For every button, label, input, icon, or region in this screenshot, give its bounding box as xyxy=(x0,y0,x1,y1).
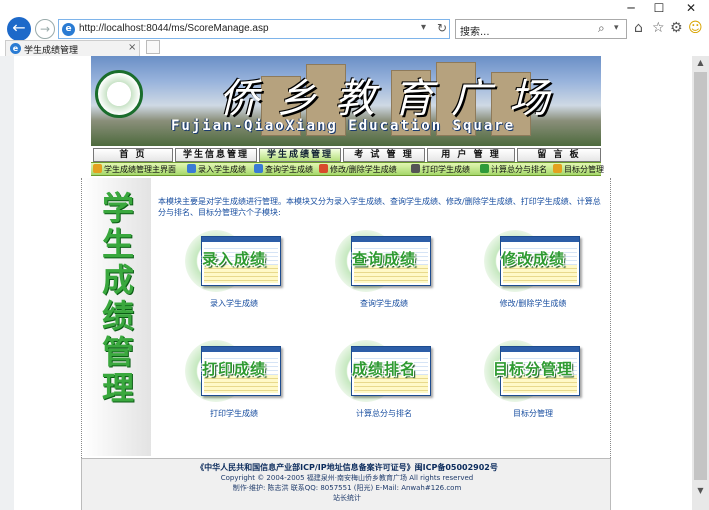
module-print-scores[interactable]: 打印成绩 打印学生成绩 xyxy=(179,340,289,436)
nav-message-board[interactable]: 留 言 板 xyxy=(517,148,601,162)
forward-button[interactable]: → xyxy=(35,19,55,39)
subnav-label: 录入学生成绩 xyxy=(198,165,246,174)
new-tab-button[interactable] xyxy=(146,40,160,54)
calc-icon xyxy=(480,164,489,173)
module-query-scores[interactable]: 查询成绩 查询学生成绩 xyxy=(329,230,439,326)
browser-tab[interactable]: e 学生成绩管理 × xyxy=(5,40,140,56)
title-bar: ─ ☐ ✕ xyxy=(0,0,709,16)
address-dropdown-icon[interactable]: ▾ xyxy=(421,22,426,33)
subnav-rank[interactable]: 计算总分与排名 xyxy=(480,163,547,176)
module-title: 录入成绩 xyxy=(201,250,266,268)
subnav-label: 计算总分与排名 xyxy=(491,165,547,174)
module-link[interactable]: 查询学生成绩 xyxy=(329,298,439,309)
section-title: 学生成绩管理 xyxy=(101,189,134,407)
module-link[interactable]: 计算总分与排名 xyxy=(329,408,439,419)
search-icon xyxy=(254,164,263,173)
school-logo xyxy=(95,70,143,118)
subnav-target[interactable]: 目标分管理 xyxy=(553,163,604,176)
module-title: 打印成绩 xyxy=(201,360,266,378)
module-target-scores[interactable]: 目标分管理 目标分管理 xyxy=(478,340,588,436)
module-link[interactable]: 打印学生成绩 xyxy=(179,408,289,419)
module-title: 成绩排名 xyxy=(351,360,416,378)
scrollbar-thumb[interactable] xyxy=(694,72,707,480)
home-icon[interactable]: ⌂ xyxy=(634,21,643,35)
module-rank-scores[interactable]: 成绩排名 计算总分与排名 xyxy=(329,340,439,436)
search-box[interactable]: 搜索... ⌕ ▾ xyxy=(455,19,627,39)
url-text: http://localhost:8044/ms/ScoreManage.asp xyxy=(79,23,269,34)
main-navigation: 首 页 学生信息管理 学生成绩管理 考 试 管 理 用 户 管 理 留 言 板 xyxy=(93,148,601,162)
banner-title: 侨乡教育广场 xyxy=(219,76,567,122)
minimize-button[interactable]: ─ xyxy=(616,0,646,16)
main-content: 学生成绩管理 本模块主要是对学生成绩进行管理。本模块又分为录入学生成绩、查询学生… xyxy=(81,178,611,458)
scroll-down-arrow-icon[interactable]: ▼ xyxy=(692,484,709,498)
tab-title: 学生成绩管理 xyxy=(24,46,79,56)
favorites-star-icon[interactable]: ☆ xyxy=(652,21,665,35)
ie-icon: e xyxy=(62,23,75,36)
module-title: 修改成绩 xyxy=(500,250,565,268)
smiley-feedback-icon[interactable]: ☺ xyxy=(688,21,703,35)
navigation-bar: ← → e http://localhost:8044/ms/ScoreMana… xyxy=(0,16,709,41)
back-button[interactable]: ← xyxy=(7,17,31,41)
modify-icon xyxy=(319,164,328,173)
page-footer: 《中华人民共和国信息产业部ICP/IP地址信息备案许可证号》闽ICP备05002… xyxy=(81,458,611,510)
module-modify-scores[interactable]: 修改成绩 修改/删除学生成绩 xyxy=(478,230,588,326)
nav-exam-manage[interactable]: 考 试 管 理 xyxy=(343,148,425,162)
ie-tab-icon: e xyxy=(10,43,21,54)
module-title: 查询成绩 xyxy=(351,250,416,268)
subnav-modify[interactable]: 修改/删除学生成绩 xyxy=(319,163,397,176)
address-bar[interactable]: e http://localhost:8044/ms/ScoreManage.a… xyxy=(58,19,450,39)
settings-gear-icon[interactable]: ⚙ xyxy=(670,21,683,35)
nav-home[interactable]: 首 页 xyxy=(93,148,173,162)
sub-navigation: 学生成绩管理主界面 录入学生成绩 查询学生成绩 修改/删除学生成绩 打印学生成绩… xyxy=(91,162,604,176)
footer-copyright: Copyright © 2004-2005 福建泉州·南安梅山侨乡教育广场 Al… xyxy=(220,474,474,482)
subnav-query[interactable]: 查询学生成绩 xyxy=(254,163,313,176)
subnav-print[interactable]: 打印学生成绩 xyxy=(411,163,470,176)
footer-contact: 制作·维护: 陈志洪 联系QQ: 8057551 (阳光) E-Mail: An… xyxy=(232,484,462,492)
search-icon[interactable]: ⌕ xyxy=(598,21,605,36)
nav-score-manage[interactable]: 学生成绩管理 xyxy=(259,148,341,162)
target-icon xyxy=(553,164,562,173)
tab-close-icon[interactable]: × xyxy=(128,42,136,53)
tab-strip: e 学生成绩管理 × xyxy=(0,40,709,56)
banner-subtitle: Fujian-QiaoXiang Education Square xyxy=(171,118,516,134)
subnav-label: 打印学生成绩 xyxy=(422,165,470,174)
printer-icon xyxy=(411,164,420,173)
home-icon xyxy=(93,164,102,173)
web-page: 侨乡教育广场 Fujian-QiaoXiang Education Square… xyxy=(81,56,611,510)
subnav-label: 目标分管理 xyxy=(564,165,604,174)
footer-stats-link[interactable]: 站长统计 xyxy=(82,493,612,503)
close-button[interactable]: ✕ xyxy=(676,0,706,16)
nav-user-manage[interactable]: 用 户 管 理 xyxy=(427,148,515,162)
left-title-column: 学生成绩管理 xyxy=(83,178,151,456)
search-placeholder: 搜索... xyxy=(460,27,490,38)
site-banner: 侨乡教育广场 Fujian-QiaoXiang Education Square xyxy=(91,56,601,146)
module-title: 目标分管理 xyxy=(492,360,573,378)
subnav-label: 学生成绩管理主界面 xyxy=(104,165,176,174)
refresh-icon[interactable]: ↻ xyxy=(437,21,447,35)
module-link[interactable]: 修改/删除学生成绩 xyxy=(478,298,588,309)
subnav-label: 查询学生成绩 xyxy=(265,165,313,174)
footer-icp-line[interactable]: 《中华人民共和国信息产业部ICP/IP地址信息备案许可证号》闽ICP备05002… xyxy=(82,462,612,473)
vertical-scrollbar[interactable]: ▲ ▼ xyxy=(692,56,709,510)
browser-window: ─ ☐ ✕ ← → e http://localhost:8044/ms/Sco… xyxy=(0,0,709,510)
subnav-enter[interactable]: 录入学生成绩 xyxy=(187,163,246,176)
module-link[interactable]: 录入学生成绩 xyxy=(179,298,289,309)
intro-text: 本模块主要是对学生成绩进行管理。本模块又分为录入学生成绩、查询学生成绩、修改/删… xyxy=(158,197,601,217)
search-dropdown-icon[interactable]: ▾ xyxy=(614,23,619,33)
subnav-main[interactable]: 学生成绩管理主界面 xyxy=(93,163,176,176)
module-link[interactable]: 目标分管理 xyxy=(478,408,588,419)
nav-student-info[interactable]: 学生信息管理 xyxy=(175,148,257,162)
scroll-up-arrow-icon[interactable]: ▲ xyxy=(692,56,709,70)
edit-icon xyxy=(187,164,196,173)
module-enter-scores[interactable]: 录入成绩 录入学生成绩 xyxy=(179,230,289,326)
left-edge-strip xyxy=(0,56,14,510)
subnav-label: 修改/删除学生成绩 xyxy=(330,165,397,174)
maximize-button[interactable]: ☐ xyxy=(644,0,674,16)
